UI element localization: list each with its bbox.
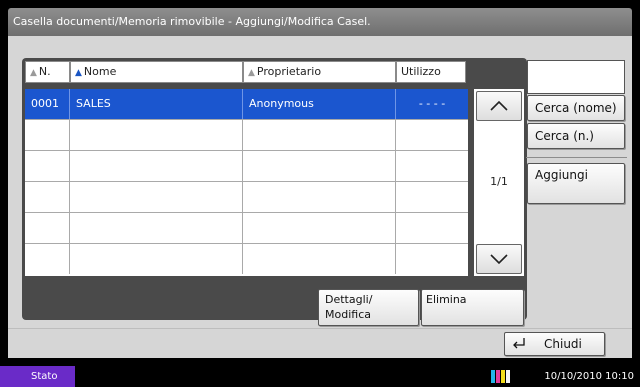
- cell-usage: [396, 182, 468, 212]
- cell-owner: [243, 213, 396, 243]
- scroll-column: 1/1: [474, 89, 524, 276]
- details-label-line2: Modifica: [325, 308, 371, 321]
- status-bar: Stato 10/10/2010 10:10: [0, 366, 640, 387]
- delete-label: Elimina: [426, 293, 467, 306]
- cell-name: SALES: [70, 89, 243, 119]
- details-edit-button[interactable]: Dettagli/ Modifica: [318, 289, 419, 326]
- add-label: Aggiungi: [535, 168, 588, 182]
- date-time: 10/10/2010 10:10: [544, 371, 634, 382]
- sort-inactive-icon: ▲: [248, 68, 255, 78]
- cell-usage: - - - -: [418, 97, 446, 110]
- scroll-down-button[interactable]: [476, 244, 522, 274]
- status-label: Stato: [31, 371, 58, 382]
- window-title-text: Casella documenti/Memoria rimovibile - A…: [13, 15, 371, 28]
- table-row[interactable]: [25, 120, 468, 151]
- box-list: ▲ N. ▲ Nome ▲ Proprietario Utilizzo 0001 SA…: [22, 58, 527, 320]
- table-row[interactable]: [25, 151, 468, 182]
- search-by-name-button[interactable]: Cerca (nome): [527, 95, 625, 121]
- column-header-owner[interactable]: ▲ Proprietario: [243, 61, 396, 83]
- table-row[interactable]: 0001 SALES Anonymous - - - -: [25, 89, 468, 120]
- cell-owner: [243, 182, 396, 212]
- cell-name: [70, 151, 243, 181]
- table-body: 0001 SALES Anonymous - - - -: [25, 89, 468, 276]
- cell-number: [25, 120, 70, 150]
- page-indicator: 1/1: [490, 175, 508, 188]
- add-button[interactable]: Aggiungi: [527, 163, 625, 204]
- chevron-up-icon: [490, 100, 508, 111]
- search-by-number-label: Cerca (n.): [535, 129, 594, 143]
- chevron-down-icon: [490, 254, 508, 265]
- delete-button[interactable]: Elimina: [421, 289, 524, 326]
- cell-number: [25, 182, 70, 212]
- cell-usage: [396, 151, 468, 181]
- scroll-up-button[interactable]: [476, 91, 522, 121]
- cell-number: [25, 213, 70, 243]
- close-button[interactable]: Chiudi: [504, 332, 605, 356]
- search-by-number-button[interactable]: Cerca (n.): [527, 123, 625, 149]
- cell-number: [25, 244, 70, 274]
- cell-usage: [396, 120, 468, 150]
- column-label-name: Nome: [83, 65, 117, 78]
- cell-owner: [243, 244, 396, 274]
- cell-name: [70, 244, 243, 274]
- toner-icon: [491, 370, 513, 383]
- cell-name: [70, 182, 243, 212]
- cell-name: [70, 120, 243, 150]
- cell-owner: Anonymous: [243, 89, 396, 119]
- column-header-usage: Utilizzo: [396, 61, 466, 83]
- table-row[interactable]: [25, 213, 468, 244]
- table-row[interactable]: [25, 182, 468, 213]
- cell-owner: [243, 151, 396, 181]
- cell-usage: [396, 244, 468, 274]
- column-label-usage: Utilizzo: [401, 65, 441, 78]
- cell-number: [25, 151, 70, 181]
- sort-active-icon: ▲: [75, 68, 82, 78]
- cell-usage: [396, 213, 468, 243]
- return-arrow-icon: [513, 338, 525, 349]
- table-row[interactable]: [25, 244, 468, 275]
- bottom-bar: Chiudi: [8, 328, 632, 358]
- sort-inactive-icon: ▲: [30, 68, 37, 78]
- column-header-number[interactable]: ▲ N.: [25, 61, 70, 83]
- close-label: Chiudi: [544, 337, 582, 351]
- cell-owner: [243, 120, 396, 150]
- divider: [526, 157, 627, 158]
- column-label-number: N.: [38, 65, 51, 78]
- main-panel: ▲ N. ▲ Nome ▲ Proprietario Utilizzo 0001 SA…: [8, 36, 632, 358]
- column-header-name[interactable]: ▲ Nome: [70, 61, 243, 83]
- status-button[interactable]: Stato: [0, 366, 75, 387]
- cell-name: [70, 213, 243, 243]
- search-field[interactable]: [527, 60, 625, 94]
- window-title: Casella documenti/Memoria rimovibile - A…: [8, 8, 632, 36]
- search-by-name-label: Cerca (nome): [535, 101, 617, 115]
- screen: Casella documenti/Memoria rimovibile - A…: [0, 0, 640, 387]
- details-label-line1: Dettagli/: [325, 293, 373, 306]
- column-label-owner: Proprietario: [256, 65, 322, 78]
- cell-number: 0001: [25, 89, 70, 119]
